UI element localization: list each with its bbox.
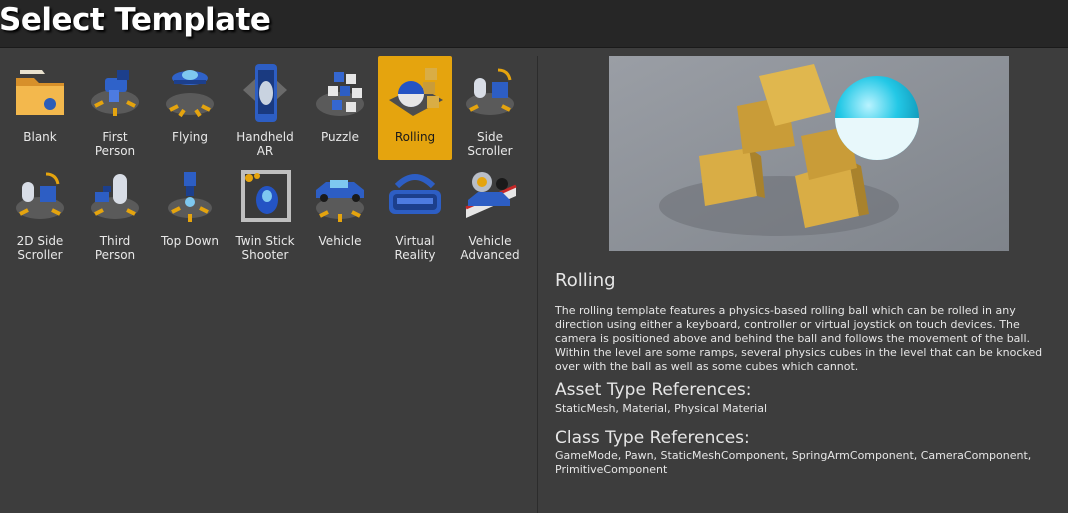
template-label: Top Down: [160, 234, 220, 248]
class-references-text: GameMode, Pawn, StaticMeshComponent, Spr…: [555, 449, 1032, 476]
template-label: Puzzle: [321, 130, 359, 144]
flying-ship-icon: [166, 70, 214, 118]
asset-references-heading: Asset Type References:: [555, 380, 752, 400]
template-tile-side-scroller[interactable]: Side Scroller: [453, 56, 527, 160]
2d-side-scroller-icon: [16, 172, 64, 219]
third-person-icon: [91, 174, 139, 219]
vehicle-icon: [316, 180, 364, 222]
top-down-icon: [168, 172, 212, 222]
template-tile-2d-side-scroller[interactable]: 2D Side Scroller: [3, 160, 77, 264]
template-tile-twin-stick-shooter[interactable]: Twin Stick Shooter: [228, 160, 302, 264]
template-preview-image: [609, 56, 1009, 251]
vr-headset-icon: [389, 174, 441, 214]
template-label: Flying: [172, 130, 208, 144]
template-label: Blank: [23, 130, 57, 144]
asset-references-text: StaticMesh, Material, Physical Material: [555, 402, 768, 415]
vehicle-advanced-icon: [465, 172, 517, 218]
template-label: Vehicle: [318, 234, 362, 248]
template-tile-first-person[interactable]: First Person: [78, 56, 152, 160]
first-person-icon: [91, 70, 139, 116]
template-tile-flying[interactable]: Flying: [153, 56, 227, 160]
template-label: Handheld AR: [236, 130, 294, 158]
title-bar: Select Template: [0, 0, 1068, 48]
template-label: Third Person: [94, 234, 136, 262]
page-title: Select Template: [0, 2, 271, 38]
template-label: Twin Stick Shooter: [235, 234, 295, 262]
twin-stick-shooter-icon: [241, 170, 291, 222]
folder-icon: [16, 70, 64, 115]
template-tile-virtual-reality[interactable]: Virtual Reality: [378, 160, 452, 264]
template-tile-rolling[interactable]: Rolling: [378, 56, 452, 160]
template-tile-handheld-ar[interactable]: Handheld AR: [228, 56, 302, 160]
template-label: Virtual Reality: [394, 234, 436, 262]
handheld-ar-icon: [243, 64, 287, 122]
template-label: Side Scroller: [467, 130, 513, 158]
template-tile-third-person[interactable]: Third Person: [78, 160, 152, 264]
template-tile-puzzle[interactable]: Puzzle: [303, 56, 377, 160]
rolling-ball-icon: [389, 68, 443, 116]
template-detail-title: Rolling: [555, 270, 616, 291]
panel-divider: [537, 56, 538, 513]
template-tile-vehicle-advanced[interactable]: Vehicle Advanced: [453, 160, 527, 264]
puzzle-cubes-icon: [316, 72, 364, 116]
template-description: The rolling template features a physics-…: [555, 304, 1043, 373]
template-tile-vehicle[interactable]: Vehicle: [303, 160, 377, 264]
template-tile-top-down[interactable]: Top Down: [153, 160, 227, 264]
template-label: First Person: [94, 130, 136, 158]
template-tile-blank[interactable]: Blank: [3, 56, 77, 160]
class-references-heading: Class Type References:: [555, 428, 750, 448]
template-label: Rolling: [394, 130, 436, 144]
template-label: Vehicle Advanced: [460, 234, 520, 262]
side-scroller-icon: [466, 68, 514, 115]
template-label: 2D Side Scroller: [16, 234, 64, 262]
